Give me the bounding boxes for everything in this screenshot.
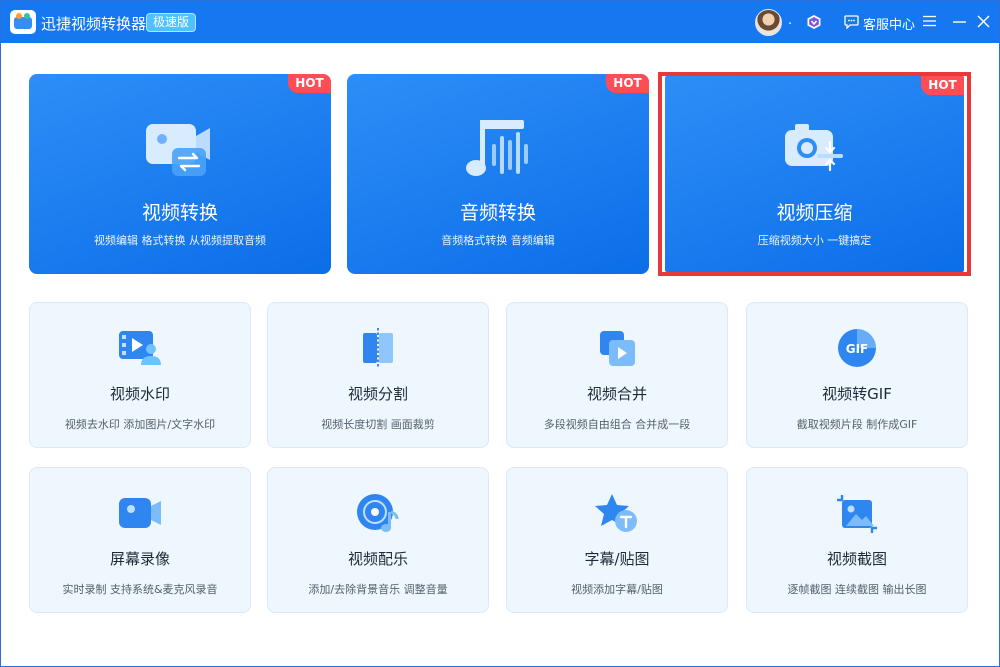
card-description: 添加/去除背景音乐 调整音量 (308, 583, 448, 596)
card-title: 视频转换 (141, 202, 218, 224)
card-description: 多段视频自由组合 合并成一段 (543, 418, 691, 431)
menu-icon[interactable] (923, 15, 936, 27)
card-title: 屏幕录像 (109, 550, 170, 568)
selection-highlight (658, 72, 971, 276)
video-convert-icon (146, 124, 210, 176)
app-logo-icon (10, 10, 36, 34)
subtitle-sticker-card[interactable]: 字幕/贴图 视频添加字幕/贴图 (506, 467, 728, 613)
hot-badge: HOT (606, 74, 649, 93)
card-title: 字幕/贴图 (584, 550, 650, 568)
customer-service-link[interactable]: 客服中心 (863, 14, 915, 33)
film-watermark-icon (119, 331, 161, 365)
video-music-card[interactable]: 视频配乐 添加/去除背景音乐 调整音量 (267, 467, 489, 613)
card-title: 音频转换 (459, 202, 536, 224)
card-description: 实时录制 支持系统&麦克风录音 (62, 583, 218, 596)
card-title: 视频配乐 (347, 550, 408, 568)
star-text-icon (595, 494, 637, 532)
music-disc-icon (357, 494, 399, 532)
video-split-card[interactable]: 视频分割 视频长度切割 画面裁剪 (267, 302, 489, 448)
user-avatar[interactable] (755, 9, 782, 36)
audio-convert-card[interactable]: HOT 音频转换 音频格式转换 音频编辑 (347, 74, 649, 274)
close-icon[interactable] (977, 15, 990, 28)
card-title: 视频转GIF (822, 385, 892, 403)
minimize-icon[interactable] (953, 16, 966, 28)
chat-bubble-icon[interactable] (844, 15, 859, 29)
merge-icon (600, 331, 635, 366)
card-description: 音频格式转换 音频编辑 (441, 234, 555, 247)
app-title: 迅捷视频转换器 (41, 15, 147, 33)
card-description: 截取视频片段 制作成GIF (796, 418, 918, 431)
hot-badge: HOT (288, 74, 331, 93)
video-to-gif-card[interactable]: GIF 视频转GIF 截取视频片段 制作成GIF (746, 302, 968, 448)
card-description: 视频编辑 格式转换 从视频提取音频 (94, 234, 266, 247)
screenshot-icon (837, 495, 877, 533)
card-description: 视频去水印 添加图片/文字水印 (64, 418, 216, 431)
music-note-icon (466, 120, 528, 176)
card-description: 视频添加字幕/贴图 (571, 583, 663, 596)
split-icon (363, 328, 393, 368)
svg-text:GIF: GIF (846, 342, 869, 356)
card-title: 视频截图 (826, 550, 887, 568)
video-screenshot-card[interactable]: 视频截图 逐帧截图 连续截图 输出长图 (746, 467, 968, 613)
video-watermark-card[interactable]: 视频水印 视频去水印 添加图片/文字水印 (29, 302, 251, 448)
video-convert-card[interactable]: HOT 视频转换 视频编辑 格式转换 从视频提取音频 (29, 74, 331, 274)
edition-badge: 极速版 (146, 13, 197, 32)
screen-record-icon (119, 498, 161, 528)
card-title: 视频水印 (109, 385, 170, 403)
card-title: 视频合并 (586, 385, 647, 403)
card-description: 逐帧截图 连续截图 输出长图 (787, 583, 927, 596)
username[interactable]: . (788, 13, 792, 28)
vip-icon[interactable] (806, 14, 822, 30)
title-bar: 迅捷视频转换器 极速版 . 客服中心 (1, 1, 999, 43)
video-merge-card[interactable]: 视频合并 多段视频自由组合 合并成一段 (506, 302, 728, 448)
card-title: 视频分割 (347, 385, 408, 403)
screen-record-card[interactable]: 屏幕录像 实时录制 支持系统&麦克风录音 (29, 467, 251, 613)
gif-icon: GIF (838, 329, 876, 367)
card-description: 视频长度切割 画面裁剪 (321, 418, 435, 431)
app-window: 迅捷视频转换器 极速版 . 客服中心 HOT 视频转换 视频编辑 格式转换 从视… (0, 0, 1000, 667)
